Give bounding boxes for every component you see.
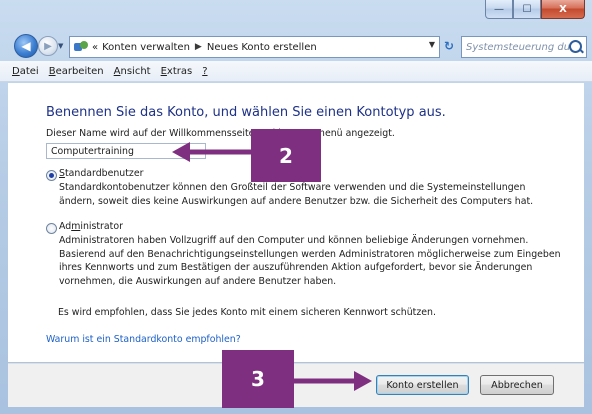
step-3-callout: 3 bbox=[222, 350, 294, 408]
step-2-callout: 2 bbox=[251, 129, 321, 182]
step-2-arrow bbox=[172, 142, 252, 162]
step-3-arrow bbox=[294, 371, 372, 391]
annotation-arrows bbox=[172, 142, 372, 391]
